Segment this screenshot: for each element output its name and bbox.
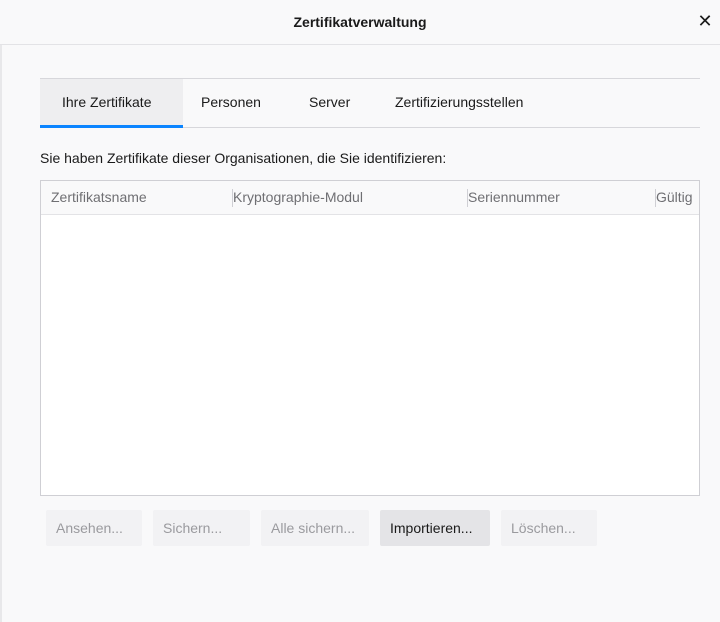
tab-your-certificates[interactable]: Ihre Zertifikate	[40, 79, 183, 128]
dialog-title: Zertifikatverwaltung	[293, 14, 427, 30]
tab-bar: Ihre Zertifikate Personen Server Zertifi…	[40, 79, 700, 128]
button-row: Ansehen... Sichern... Alle sichern... Im…	[40, 510, 608, 546]
column-header-certificate-name[interactable]: Zertifikatsname	[51, 181, 231, 214]
column-header-serial-number[interactable]: Seriennummer	[468, 181, 653, 214]
delete-button[interactable]: Löschen...	[501, 510, 597, 546]
tab-authorities[interactable]: Zertifizierungsstellen	[377, 79, 547, 125]
tree-header: Zertifikatsname Kryptographie-Modul Seri…	[41, 181, 699, 215]
window-left-edge	[0, 0, 2, 622]
column-header-security-device[interactable]: Kryptographie-Modul	[233, 181, 463, 214]
column-header-expires[interactable]: Gültig	[656, 181, 699, 214]
backup-all-button[interactable]: Alle sichern...	[261, 510, 369, 546]
description-text: Sie haben Zertifikate dieser Organisatio…	[40, 150, 447, 166]
close-icon[interactable]: ✕	[694, 10, 716, 32]
backup-button[interactable]: Sichern...	[153, 510, 250, 546]
tab-servers[interactable]: Server	[291, 79, 377, 125]
tree-body-empty[interactable]	[41, 215, 699, 495]
import-button[interactable]: Importieren...	[380, 510, 490, 546]
certificate-tree[interactable]: Zertifikatsname Kryptographie-Modul Seri…	[40, 180, 700, 496]
view-button[interactable]: Ansehen...	[46, 510, 142, 546]
tab-people[interactable]: Personen	[183, 79, 291, 125]
dialog-titlebar: Zertifikatverwaltung ✕	[0, 0, 720, 45]
certificate-manager-dialog: Zertifikatverwaltung ✕ Ihre Zertifikate …	[0, 0, 720, 622]
